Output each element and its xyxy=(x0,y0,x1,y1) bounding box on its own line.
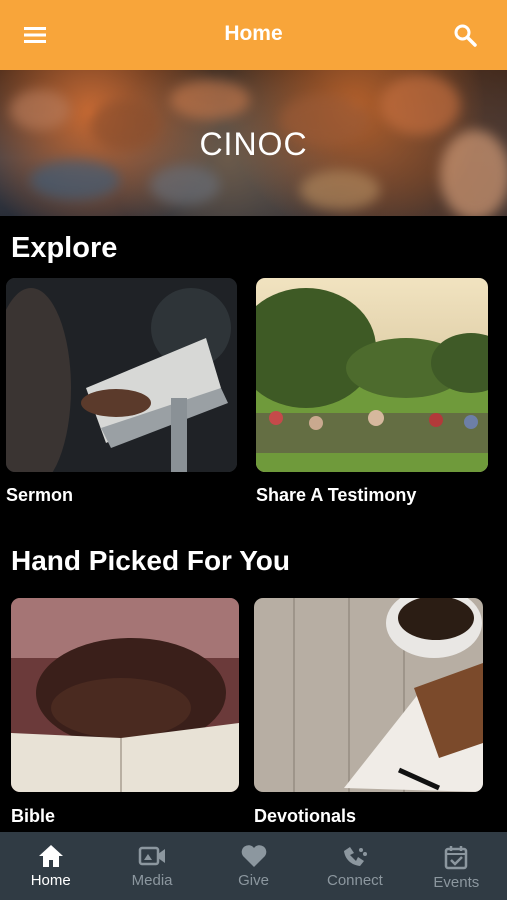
tab-connect[interactable]: Connect xyxy=(304,832,405,900)
tab-events[interactable]: Events xyxy=(406,832,507,900)
tab-label: Give xyxy=(238,872,269,889)
sermon-image xyxy=(6,278,237,472)
calendar-check-icon xyxy=(445,846,468,870)
bible-label: Bible xyxy=(11,806,56,826)
tab-label: Media xyxy=(131,872,173,889)
hero-banner: CINOC xyxy=(0,70,507,216)
bible-card[interactable] xyxy=(11,598,239,792)
hero-title: CINOC xyxy=(199,126,308,162)
bible-image xyxy=(11,598,239,792)
home-icon xyxy=(38,845,63,867)
devotionals-image xyxy=(254,598,483,792)
search-icon xyxy=(454,24,477,47)
share-testimony-card[interactable] xyxy=(256,278,488,472)
sermon-card[interactable] xyxy=(6,278,237,472)
top-app-bar: Home xyxy=(0,0,507,70)
section-title-explore: Explore xyxy=(11,232,118,264)
tab-label: Events xyxy=(433,874,480,891)
tab-media[interactable]: Media xyxy=(101,832,202,900)
tab-label: Home xyxy=(30,872,71,889)
share-testimony-label: Share A Testimony xyxy=(256,485,417,505)
page-title: Home xyxy=(224,22,283,45)
tab-label: Connect xyxy=(326,872,383,889)
video-icon xyxy=(138,846,166,866)
devotionals-card[interactable] xyxy=(254,598,483,792)
sermon-label: Sermon xyxy=(6,485,74,505)
search-button[interactable] xyxy=(450,20,480,50)
devotionals-label: Devotionals xyxy=(254,806,357,826)
heart-icon xyxy=(241,845,266,867)
tab-home[interactable]: Home xyxy=(0,832,101,900)
bottom-tab-bar: Home Media Give Connect Events xyxy=(0,832,507,900)
section-title-handpicked: Hand Picked For You xyxy=(11,545,291,576)
connect-icon xyxy=(343,847,367,866)
testimony-image xyxy=(256,278,488,472)
tab-give[interactable]: Give xyxy=(203,832,304,900)
